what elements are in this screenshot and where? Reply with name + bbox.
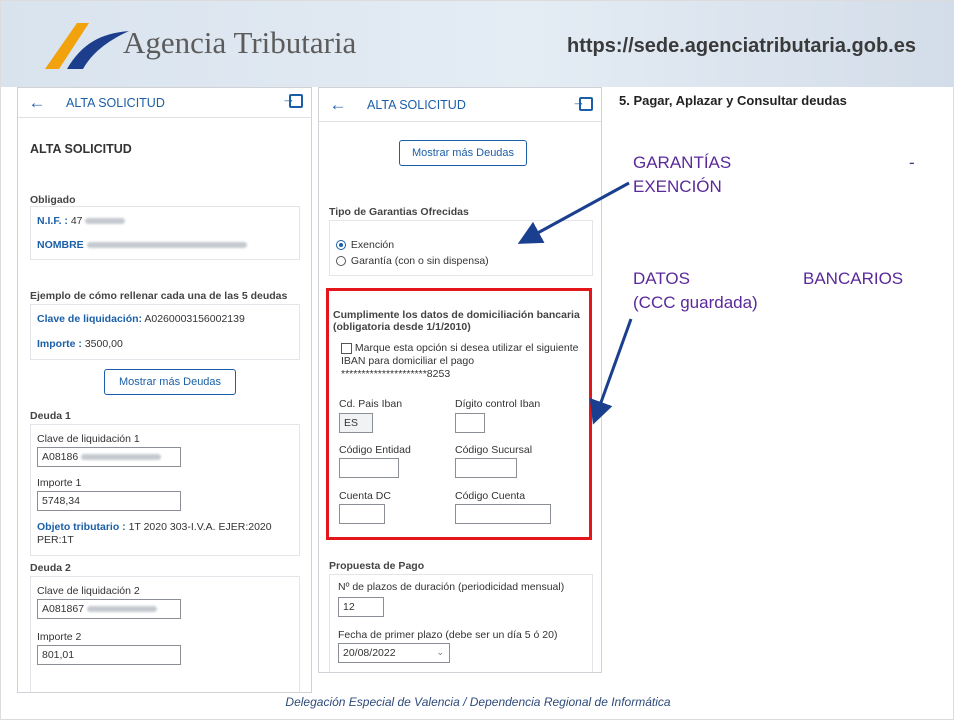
arrow-garantias — [517, 181, 630, 244]
slide: Agencia Tributaria https://sede.agenciat… — [0, 0, 954, 720]
annotation-arrows — [517, 181, 633, 425]
footer-text: Delegación Especial de Valencia / Depend… — [285, 695, 671, 709]
arrow-datos-bancarios — [589, 318, 633, 425]
